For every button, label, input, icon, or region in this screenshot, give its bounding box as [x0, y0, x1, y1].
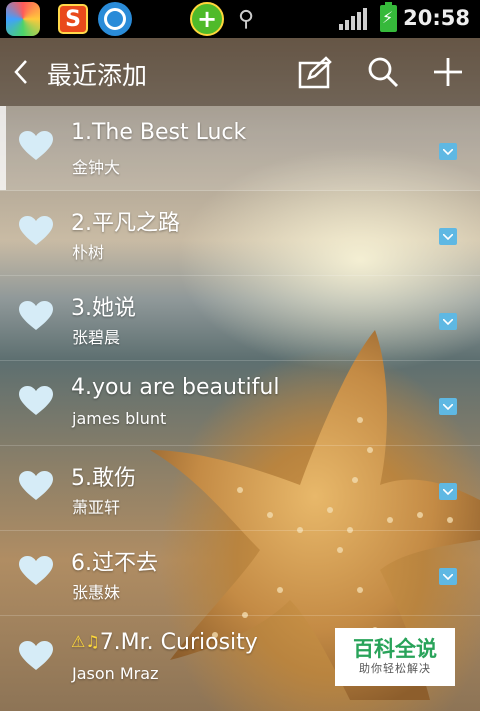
chevron-down-icon[interactable]	[439, 483, 457, 500]
battery-charging-icon: ⚡	[380, 2, 397, 32]
watermark-main-text: 百科全说	[353, 637, 437, 661]
search-icon[interactable]	[365, 54, 401, 90]
song-artist: 萧亚轩	[72, 498, 121, 517]
add-icon[interactable]	[430, 54, 466, 90]
chevron-down-icon[interactable]	[439, 313, 457, 330]
song-row-2[interactable]: 2.平凡之路 朴树	[0, 191, 480, 276]
song-title-text: 7.Mr. Curiosity	[99, 630, 258, 655]
song-title: 2.平凡之路	[71, 211, 180, 236]
song-artist: 朴树	[72, 243, 105, 262]
browser-icon	[98, 2, 132, 36]
song-artist: james blunt	[72, 409, 167, 428]
heart-icon[interactable]	[19, 301, 53, 331]
sogou-icon: S	[58, 4, 88, 34]
usb-icon: ⚲	[238, 6, 255, 32]
heart-icon[interactable]	[19, 471, 53, 501]
status-time: 20:58	[403, 6, 470, 30]
chevron-down-icon[interactable]	[439, 568, 457, 585]
song-title: 3.她说	[71, 296, 136, 321]
song-artist: 金钟大	[72, 158, 121, 177]
chevron-down-icon[interactable]	[439, 398, 457, 415]
back-icon[interactable]	[6, 54, 36, 90]
heart-icon[interactable]	[19, 641, 53, 671]
song-title: ⚠♫7.Mr. Curiosity	[71, 630, 258, 655]
song-artist: 张碧晨	[72, 328, 121, 347]
chevron-down-icon[interactable]	[439, 143, 457, 160]
heart-icon[interactable]	[19, 131, 53, 161]
security-plus-icon: +	[190, 2, 224, 36]
song-list: 1.The Best Luck 金钟大 2.平凡之路 朴树 3.她说 张碧晨 4…	[0, 106, 480, 700]
page-title: 最近添加	[47, 61, 148, 90]
song-title: 5.敢伤	[71, 466, 136, 491]
watermark-sub-text: 助你轻松解决	[359, 662, 431, 675]
watermark-logo: 百科全说 助你轻松解决	[335, 628, 455, 686]
song-title: 4.you are beautiful	[71, 375, 280, 400]
song-row-5[interactable]: 5.敢伤 萧亚轩	[0, 446, 480, 531]
song-row-1[interactable]: 1.The Best Luck 金钟大	[0, 106, 480, 191]
app-bar: 最近添加	[0, 38, 480, 106]
song-row-4[interactable]: 4.you are beautiful james blunt	[0, 361, 480, 446]
edit-icon[interactable]	[297, 54, 333, 90]
signal-icon	[339, 8, 367, 30]
song-artist: Jason Mraz	[72, 664, 159, 683]
chevron-down-icon[interactable]	[439, 228, 457, 245]
song-artist: 张惠妹	[72, 583, 121, 602]
song-row-3[interactable]: 3.她说 张碧晨	[0, 276, 480, 361]
heart-icon[interactable]	[19, 216, 53, 246]
song-title: 6.过不去	[71, 551, 158, 576]
song-row-6[interactable]: 6.过不去 张惠妹	[0, 531, 480, 616]
heart-icon[interactable]	[19, 386, 53, 416]
song-title: 1.The Best Luck	[71, 120, 247, 145]
status-bar: S + ⚲ ⚡ 20:58	[0, 0, 480, 38]
app-store-icon	[6, 2, 40, 36]
warning-music-icon: ⚠♫	[71, 632, 100, 651]
heart-icon[interactable]	[19, 556, 53, 586]
